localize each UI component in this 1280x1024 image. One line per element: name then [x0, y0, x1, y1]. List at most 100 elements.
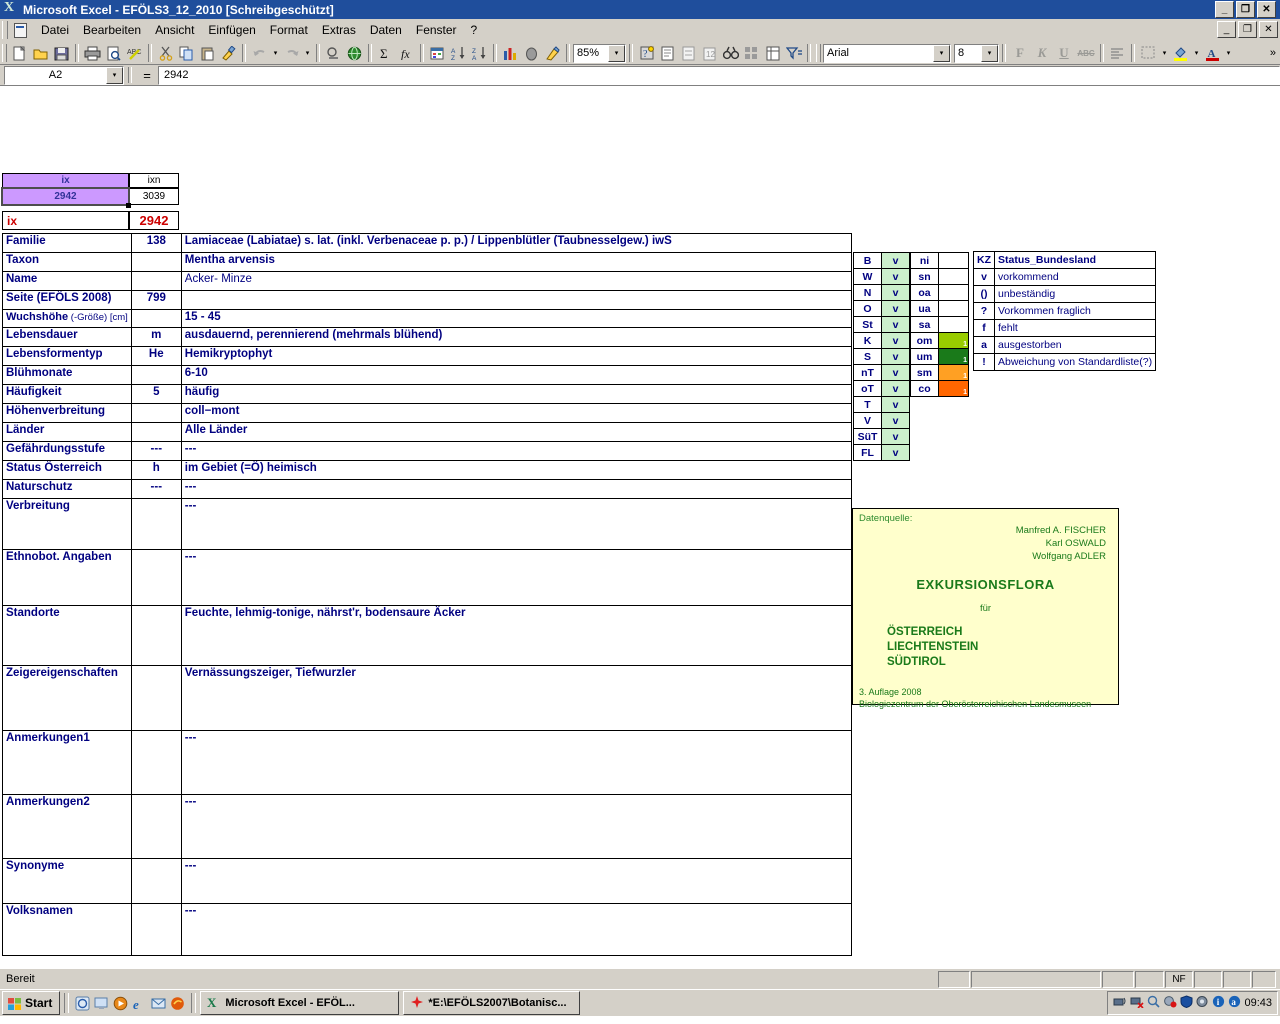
group-cells-icon[interactable] — [741, 43, 762, 63]
network-icon[interactable] — [1113, 995, 1127, 1011]
ie-launch-icon[interactable] — [73, 994, 92, 1013]
formula-input[interactable]: 2942 — [158, 65, 1280, 85]
row-code[interactable] — [130, 665, 182, 731]
row-label[interactable]: Synonyme — [2, 858, 132, 904]
mail-icon[interactable] — [149, 994, 168, 1013]
row-code[interactable] — [130, 309, 182, 328]
row-value[interactable] — [180, 290, 852, 310]
redo-icon[interactable] — [281, 43, 302, 63]
minimize-icon[interactable]: _ — [1215, 1, 1234, 18]
bundesland-code[interactable]: V — [853, 412, 882, 429]
bundesland-status[interactable]: v — [881, 316, 910, 333]
row-value[interactable]: Feuchte, lehmig-tonige, nährst'r, bodens… — [180, 605, 852, 666]
selection-fill-handle[interactable] — [126, 203, 131, 208]
menu-grip[interactable] — [2, 21, 8, 39]
doc-restore-icon[interactable]: ❐ — [1238, 21, 1257, 38]
cell-header-ix[interactable]: ix — [2, 173, 129, 188]
bold-button[interactable]: F — [1009, 43, 1031, 63]
row-code[interactable]: 799 — [130, 290, 182, 310]
menu-daten[interactable]: Daten — [363, 20, 409, 40]
bundesland-status[interactable]: v — [881, 380, 910, 397]
name-box[interactable]: A2 ▾ — [4, 65, 124, 85]
bundesland-status[interactable]: v — [881, 268, 910, 285]
row-label[interactable]: Anmerkungen2 — [2, 794, 132, 859]
row-label[interactable]: Höhenverbreitung — [2, 403, 132, 423]
row-value[interactable]: --- — [180, 479, 852, 499]
italic-button[interactable]: K — [1031, 43, 1053, 63]
tasks-grip[interactable] — [191, 993, 197, 1013]
open-folder-icon[interactable] — [30, 43, 51, 63]
doc-close-icon[interactable]: ✕ — [1259, 21, 1278, 38]
row-value[interactable]: --- — [180, 498, 852, 550]
region-code[interactable]: sn — [910, 268, 939, 285]
row-code[interactable] — [130, 903, 182, 956]
font-color-dropdown-icon[interactable]: ▾ — [1223, 43, 1234, 63]
zoom-dropdown-icon[interactable]: ▾ — [608, 44, 625, 62]
new-document-icon[interactable] — [9, 43, 30, 63]
row-label[interactable]: Wuchshöhe (-Größe) [cm] — [2, 309, 132, 328]
spelling-icon[interactable]: ABC — [124, 43, 145, 63]
cut-icon[interactable] — [155, 43, 176, 63]
bundesland-status[interactable]: v — [881, 428, 910, 445]
row-value[interactable]: --- — [180, 903, 852, 956]
undo-icon[interactable] — [249, 43, 270, 63]
sort-ascending-icon[interactable]: AZ — [448, 43, 469, 63]
start-button[interactable]: Start — [2, 991, 61, 1015]
sort-descending-icon[interactable]: ZA — [469, 43, 490, 63]
row-label[interactable]: Länder — [2, 422, 132, 442]
row-label[interactable]: Häufigkeit — [2, 384, 132, 404]
row-label[interactable]: Lebensformentyp — [2, 346, 132, 366]
internet-explorer-icon[interactable]: e — [130, 994, 149, 1013]
menu-format[interactable]: Format — [263, 20, 315, 40]
chart-wizard-icon[interactable] — [500, 43, 521, 63]
web-toolbar-icon[interactable] — [344, 43, 365, 63]
quicklaunch-grip[interactable] — [64, 993, 70, 1013]
region-value-swatch[interactable] — [938, 284, 969, 301]
menu-einfuegen[interactable]: Einfügen — [201, 20, 262, 40]
row-code[interactable] — [130, 403, 182, 423]
row-label[interactable]: Status Österreich — [2, 460, 132, 480]
region-value-swatch[interactable] — [938, 268, 969, 285]
bundesland-code[interactable]: nT — [853, 364, 882, 381]
row-value[interactable]: Mentha arvensis — [180, 252, 852, 272]
strikethrough-button[interactable]: ABC — [1075, 43, 1097, 63]
bundesland-code[interactable]: N — [853, 284, 882, 301]
bundesland-status[interactable]: v — [881, 332, 910, 349]
align-left-icon[interactable] — [1107, 43, 1128, 63]
row-label[interactable]: Zeigereigenschaften — [2, 665, 132, 731]
row-value[interactable]: --- — [180, 549, 852, 606]
row-label[interactable]: Verbreitung — [2, 498, 132, 550]
print-preview-icon[interactable] — [103, 43, 124, 63]
bundesland-code[interactable]: St — [853, 316, 882, 333]
bundesland-code[interactable]: FL — [853, 444, 882, 461]
row-value[interactable]: Lamiaceae (Labiatae) s. lat. (inkl. Verb… — [180, 233, 852, 253]
restore-icon[interactable]: ❐ — [1236, 1, 1255, 18]
legend-code[interactable]: f — [973, 319, 995, 337]
row-value[interactable]: 6-10 — [180, 365, 852, 385]
row-code[interactable] — [130, 730, 182, 795]
pivot-table-icon[interactable] — [762, 43, 783, 63]
borders-dropdown-icon[interactable]: ▾ — [1159, 43, 1170, 63]
row-label[interactable]: Blühmonate — [2, 365, 132, 385]
row-value[interactable]: --- — [180, 794, 852, 859]
acrobat-icon[interactable]: a — [1228, 995, 1241, 1011]
calendar-icon[interactable]: 12 — [699, 43, 720, 63]
fill-color-icon[interactable] — [1170, 43, 1191, 63]
bundesland-code[interactable]: B — [853, 252, 882, 269]
region-value-swatch[interactable]: 1 — [938, 332, 969, 349]
firefox-icon[interactable] — [168, 994, 187, 1013]
bundesland-status[interactable]: v — [881, 284, 910, 301]
row-label[interactable]: Naturschutz — [2, 479, 132, 499]
legend-code[interactable]: () — [973, 285, 995, 303]
region-value-swatch[interactable]: 1 — [938, 364, 969, 381]
row-label[interactable]: Name — [2, 271, 132, 291]
edit-formula-icon[interactable]: = — [136, 68, 158, 83]
bundesland-status[interactable]: v — [881, 300, 910, 317]
font-name-combo[interactable]: Arial ▾ — [823, 43, 951, 63]
insert-hyperlink-icon[interactable] — [323, 43, 344, 63]
row-code[interactable] — [130, 271, 182, 291]
bundesland-status[interactable]: v — [881, 364, 910, 381]
sort-filter-icon[interactable] — [427, 43, 448, 63]
region-code[interactable]: om — [910, 332, 939, 349]
row-value[interactable]: 15 - 45 — [180, 309, 852, 328]
